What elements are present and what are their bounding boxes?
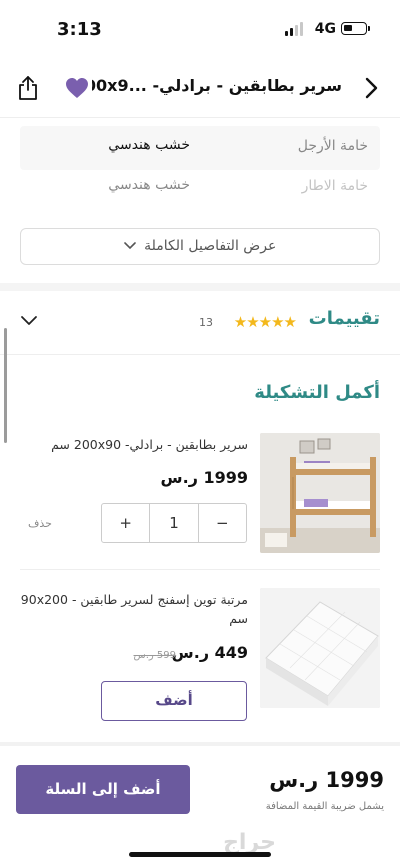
product-name[interactable]: مرتبة توين إسفنج لسرير طابقين - 90x200 س… xyxy=(20,590,248,629)
status-bar: 3:13 4G xyxy=(0,0,400,58)
spec-table: خامة الأرجل خشب هندسي خامة الاطار خشب هن… xyxy=(0,118,400,218)
list-item: مرتبة توين إسفنج لسرير طابقين - 90x200 س… xyxy=(20,580,380,740)
signal-icon xyxy=(285,22,305,36)
ratings-title: تقييمات xyxy=(308,308,380,329)
quantity-stepper: + 1 − xyxy=(101,503,247,543)
battery-icon xyxy=(341,22,370,35)
network-type: 4G xyxy=(314,21,336,37)
ratings-section[interactable]: تقييمات ★★★★★ 13 xyxy=(0,293,400,355)
checkout-bar: 1999 ر.س يشمل ضريبة القيمة المضافة أضف إ… xyxy=(0,746,400,867)
old-price: 599 ر.س xyxy=(133,650,177,661)
add-to-cart-button[interactable]: أضف إلى السلة xyxy=(16,765,190,814)
delete-button[interactable]: حذف xyxy=(28,517,52,530)
decrease-button[interactable]: − xyxy=(199,504,246,542)
section-title: أكمل التشكيلة xyxy=(254,382,380,403)
page-title: سرير بطابقين - برادلي- ...200x9 xyxy=(92,76,342,95)
total-price: 1999 ر.س xyxy=(269,768,384,792)
chevron-down-icon[interactable] xyxy=(20,313,38,327)
quantity-value[interactable]: 1 xyxy=(149,504,199,542)
status-time: 3:13 xyxy=(57,19,102,40)
product-image[interactable] xyxy=(260,433,380,553)
product-image[interactable] xyxy=(260,588,380,708)
full-details-button[interactable]: عرض التفاصيل الكاملة xyxy=(20,228,380,265)
add-button[interactable]: أضف xyxy=(101,681,247,721)
share-icon[interactable] xyxy=(17,75,39,101)
heart-icon[interactable] xyxy=(65,77,89,99)
star-icon: ★★★★★ xyxy=(233,313,297,331)
spec-row: خامة الاطار خشب هندسي xyxy=(20,166,380,210)
chevron-down-icon xyxy=(123,242,136,250)
product-name[interactable]: سرير بطابقين - برادلي- 200x90 سم xyxy=(20,435,248,454)
spec-key: خامة الأرجل xyxy=(297,138,368,154)
spec-value: خشب هندسي xyxy=(108,177,190,193)
spec-key: خامة الاطار xyxy=(301,178,368,194)
spec-value: خشب هندسي xyxy=(108,137,190,153)
back-arrow-icon[interactable] xyxy=(358,75,382,101)
spec-row: خامة الأرجل خشب هندسي xyxy=(20,126,380,170)
list-item: سرير بطابقين - برادلي- 200x90 سم 1999 ر.… xyxy=(20,425,380,570)
product-header: سرير بطابقين - برادلي- ...200x9 xyxy=(0,58,400,118)
product-price: 1999 ر.س xyxy=(160,468,248,487)
product-price: 449 ر.س xyxy=(171,643,248,662)
section-divider xyxy=(0,283,400,291)
increase-button[interactable]: + xyxy=(102,504,149,542)
full-details-label: عرض التفاصيل الكاملة xyxy=(144,238,277,254)
vat-note: يشمل ضريبة القيمة المضافة xyxy=(265,801,384,812)
home-indicator[interactable] xyxy=(129,852,271,857)
scrollbar[interactable] xyxy=(4,328,7,443)
ratings-count: 13 xyxy=(199,316,213,329)
